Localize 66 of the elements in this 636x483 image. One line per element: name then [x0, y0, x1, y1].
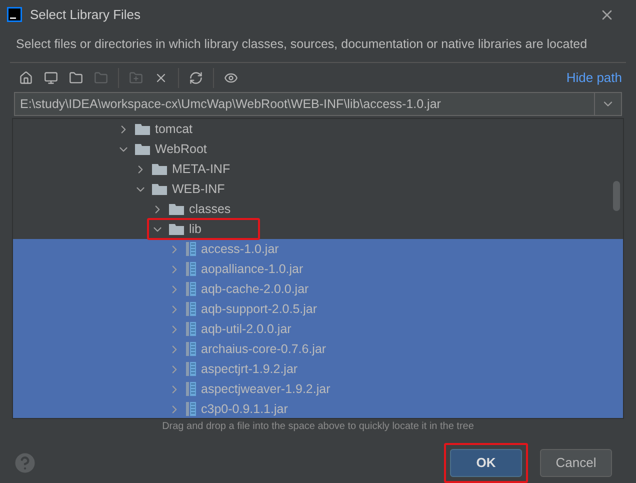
hide-path-link[interactable]: Hide path — [566, 68, 622, 88]
tree-item-label: aqb-util-2.0.0.jar — [201, 321, 292, 338]
jar-library-icon — [186, 302, 196, 316]
folder-icon — [135, 123, 150, 136]
jar-library-icon — [186, 322, 196, 336]
tree-item-label: tomcat — [155, 121, 193, 138]
refresh-button[interactable] — [188, 70, 204, 86]
home-icon — [19, 70, 33, 85]
app-logo-icon — [7, 7, 22, 22]
tree-row[interactable]: classes — [13, 199, 623, 220]
jar-library-icon — [186, 382, 196, 396]
tree-row[interactable]: aopalliance-1.0.jar — [13, 259, 623, 280]
tree-item-label: aopalliance-1.0.jar — [201, 261, 304, 278]
tree-row[interactable]: c3p0-0.9.1.1.jar — [13, 399, 623, 418]
tree-item-label: archaius-core-0.7.6.jar — [201, 341, 326, 358]
tree-item-label: WEB-INF — [172, 181, 225, 198]
tree-item-label: WebRoot — [155, 141, 207, 158]
tree-row[interactable]: aqb-util-2.0.0.jar — [13, 319, 623, 340]
home-button[interactable] — [18, 70, 34, 86]
new-folder-icon — [129, 70, 143, 85]
tree-item-label: aqb-cache-2.0.0.jar — [201, 281, 309, 298]
tree-item-label: c3p0-0.9.1.1.jar — [201, 401, 288, 418]
window-title: Select Library Files — [30, 6, 141, 24]
tree-item-label: classes — [189, 201, 231, 218]
hint-text: Drag and drop a file into the space above to quickly locate it in the tree — [162, 420, 474, 434]
tree-row[interactable]: WEB-INF — [13, 179, 623, 200]
tree-item-label: access-1.0.jar — [201, 241, 279, 258]
tree-row[interactable]: archaius-core-0.7.6.jar — [13, 339, 623, 360]
eye-icon — [224, 70, 238, 85]
folder-icon — [69, 70, 83, 85]
scrollbar-thumb[interactable] — [613, 181, 620, 212]
folder-button[interactable] — [68, 70, 84, 86]
monitor-icon — [44, 70, 58, 85]
folder-icon — [152, 183, 167, 196]
cancel-button[interactable]: Cancel — [540, 449, 612, 477]
tree-item-label: aspectjrt-1.9.2.jar — [201, 361, 298, 378]
tree-row[interactable]: WebRoot — [13, 139, 623, 160]
description-text: Select files or directories in which library classes, sources, documentation or native libraries are located — [16, 36, 588, 51]
tree-item-label: aqb-support-2.0.5.jar — [201, 301, 318, 318]
tree-item-label: lib — [189, 221, 202, 238]
tree-row[interactable]: META-INF — [13, 159, 623, 180]
tree-row[interactable]: aspectjrt-1.9.2.jar — [13, 359, 623, 380]
monitor-button[interactable] — [43, 70, 59, 86]
tree-row[interactable]: tomcat — [13, 119, 623, 140]
jar-library-icon — [186, 342, 196, 356]
tree-row[interactable]: access-1.0.jar — [13, 239, 623, 260]
jar-library-icon — [186, 402, 196, 416]
jar-library-icon — [186, 242, 196, 256]
tree-row[interactable]: aqb-cache-2.0.0.jar — [13, 279, 623, 300]
jar-library-icon — [186, 262, 196, 276]
ok-button[interactable]: OK — [450, 449, 522, 477]
refresh-icon — [189, 70, 203, 85]
path-input[interactable]: E:\study\IDEA\workspace-cx\UmcWap\WebRoot\WEB-INF\lib\access-1.0.jar — [15, 95, 594, 114]
folder-icon — [169, 203, 184, 216]
folder-icon — [135, 143, 150, 156]
jar-library-icon — [186, 282, 196, 296]
jar-library-icon — [186, 362, 196, 376]
folder-icon — [152, 163, 167, 176]
folder-icon — [94, 70, 108, 85]
tree-row[interactable]: aspectjweaver-1.9.2.jar — [13, 379, 623, 400]
folder-icon — [169, 223, 184, 236]
tree-row[interactable]: aqb-support-2.0.5.jar — [13, 299, 623, 320]
tree-item-label: META-INF — [172, 161, 230, 178]
path-field[interactable]: E:\study\IDEA\workspace-cx\UmcWap\WebRoot\WEB-INF\lib\access-1.0.jar — [14, 92, 622, 116]
tree-item-label: aspectjweaver-1.9.2.jar — [201, 381, 330, 398]
tree-row[interactable]: lib — [13, 219, 623, 240]
